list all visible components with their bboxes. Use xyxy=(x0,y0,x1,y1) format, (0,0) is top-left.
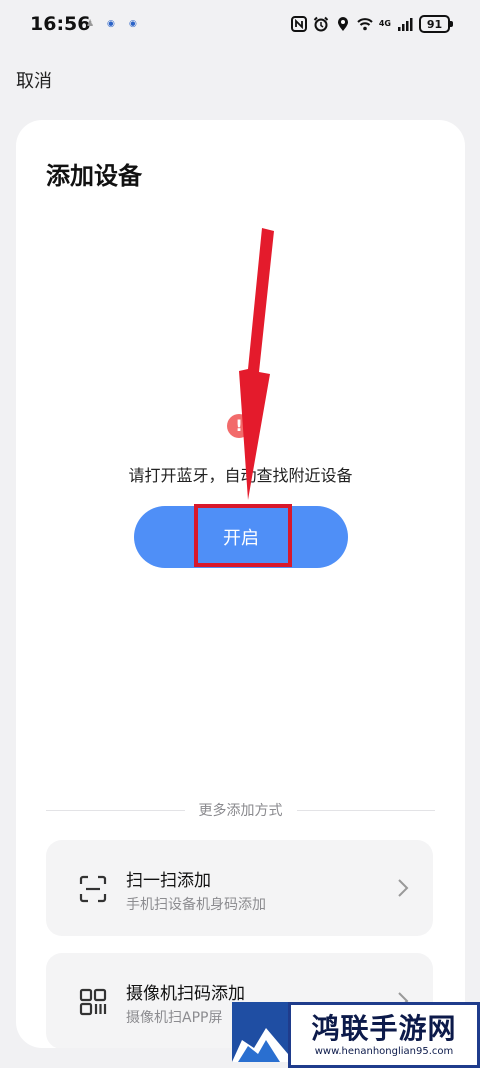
status-bar: 16:56 ♟ ◉ ◉ 4G 91 xyxy=(0,0,480,50)
battery-icon: 91 xyxy=(419,15,453,33)
wifi-icon xyxy=(357,18,373,31)
app-notification-icon: ◉ xyxy=(129,19,137,29)
annotation-highlight-box xyxy=(194,504,292,567)
signal-icon xyxy=(398,18,413,31)
divider-line-right xyxy=(296,809,435,811)
bluetooth-alert-icon: ! xyxy=(227,414,251,438)
watermark-name: 鸿联手游网 xyxy=(311,1012,457,1045)
option-title: 扫一扫添加 xyxy=(126,871,211,891)
network-type-label: 4G xyxy=(378,19,391,28)
page-title: 添加设备 xyxy=(46,162,142,190)
option-scan-add[interactable]: 扫一扫添加 手机扫设备机身码添加 xyxy=(46,840,433,936)
chevron-right-icon xyxy=(398,879,409,897)
watermark: 鸿联手游网 www.henanhonglian95.com xyxy=(232,1002,480,1068)
cancel-link[interactable]: 取消 xyxy=(16,67,52,93)
divider-line-left xyxy=(46,809,185,811)
nfc-icon xyxy=(290,16,307,32)
scan-icon xyxy=(79,875,107,903)
location-icon xyxy=(337,17,348,31)
qr-code-icon xyxy=(79,988,107,1016)
alarm-icon xyxy=(313,16,329,32)
watermark-logo-icon xyxy=(232,1002,288,1062)
notification-icon: ◉ xyxy=(107,19,115,29)
option-title: 摄像机扫码添加 xyxy=(126,984,245,1004)
bluetooth-hint: 请打开蓝牙，自动查找附近设备 xyxy=(128,466,353,485)
add-device-card: 添加设备 ! 请打开蓝牙，自动查找附近设备 开启 更多添加方式 扫一扫添加 手机… xyxy=(16,120,465,1048)
watermark-text-box: 鸿联手游网 www.henanhonglian95.com xyxy=(288,1002,480,1068)
watermark-url: www.henanhonglian95.com xyxy=(314,1046,454,1057)
more-methods-divider: 更多添加方式 xyxy=(46,800,435,820)
option-subtitle: 手机扫设备机身码添加 xyxy=(126,897,266,913)
user-icon: ♟ xyxy=(86,19,95,29)
status-icons: 4G 91 xyxy=(290,13,453,35)
status-time: 16:56 xyxy=(30,13,91,35)
option-subtitle: 摄像机扫APP屏 xyxy=(126,1010,223,1026)
more-methods-label: 更多添加方式 xyxy=(198,803,283,819)
battery-level: 91 xyxy=(426,17,443,31)
